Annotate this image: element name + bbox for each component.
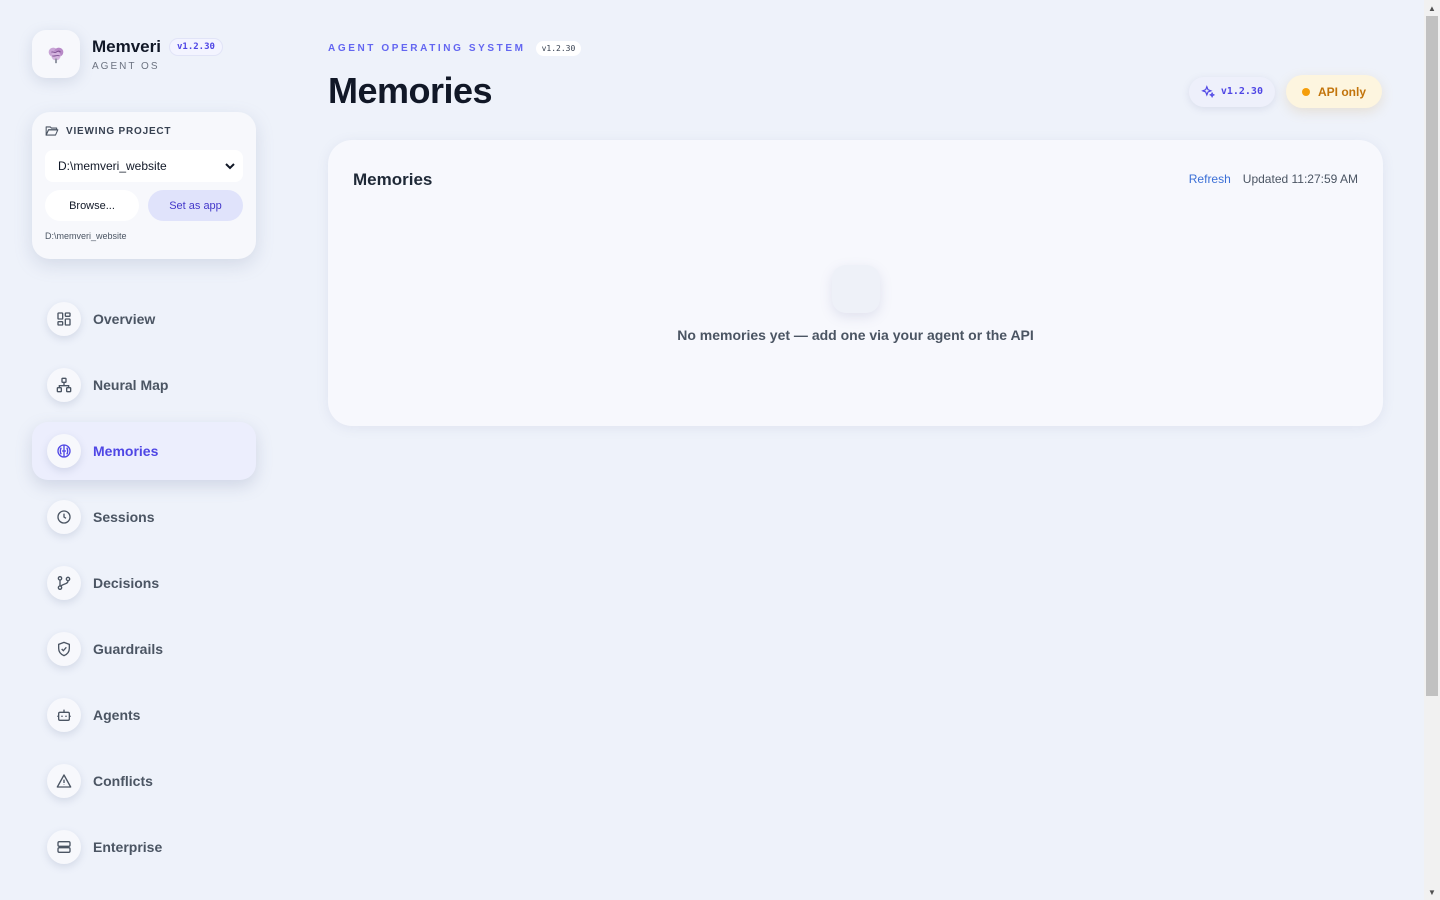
eyebrow: AGENT OPERATING SYSTEM v1.2.30 — [328, 41, 582, 56]
panel-meta: Refresh Updated 11:27:59 AM — [1189, 172, 1358, 186]
panel-title: Memories — [353, 170, 433, 189]
project-heading-label: VIEWING PROJECT — [66, 125, 172, 137]
sidebar-item-decisions[interactable]: Decisions — [32, 554, 256, 612]
sidebar-item-overview[interactable]: Overview — [32, 290, 256, 348]
sidebar-item-label: Agents — [93, 707, 141, 723]
status-badge[interactable]: API only — [1285, 75, 1382, 108]
project-card: VIEWING PROJECT D:\memveri_website Brows… — [32, 112, 256, 259]
sidebar-item-label: Memories — [93, 443, 159, 459]
bot-icon — [47, 698, 81, 732]
refresh-link[interactable]: Refresh — [1189, 172, 1231, 186]
project-path: D:\memveri_website — [45, 231, 127, 241]
set-as-app-button[interactable]: Set as app — [148, 190, 243, 221]
sparkles-icon — [1201, 84, 1215, 98]
sidebar-item-neural-map[interactable]: Neural Map — [32, 356, 256, 414]
status-badge-label: API only — [1317, 84, 1366, 99]
project-heading: VIEWING PROJECT — [45, 125, 243, 137]
sidebar-item-label: Overview — [93, 311, 156, 327]
status-dot — [1301, 87, 1310, 96]
sidebar-item-sessions[interactable]: Sessions — [32, 488, 256, 546]
chevron-down-icon — [225, 162, 235, 169]
sidebar-item-label: Neural Map — [93, 377, 169, 393]
scrollbar[interactable]: ▲ ▼ — [1424, 0, 1440, 900]
version-badge: v1.2.30 — [168, 37, 223, 56]
project-select[interactable]: D:\memveri_website — [45, 150, 243, 182]
clock-icon — [47, 500, 81, 534]
sidebar-item-agents[interactable]: Agents — [32, 686, 256, 744]
sidebar-nav: Overview Neural Map Memories Sessions De… — [32, 290, 256, 884]
folder-open-icon — [45, 126, 59, 136]
warning-icon — [47, 764, 81, 798]
scrollbar-thumb[interactable] — [1426, 16, 1438, 696]
sidebar-item-conflicts[interactable]: Conflicts — [32, 752, 256, 810]
memories-panel: Memories Refresh Updated 11:27:59 AM No … — [328, 140, 1383, 426]
page-title: Memories — [328, 70, 493, 111]
sidebar-item-label: Conflicts — [93, 773, 153, 789]
brain-icon — [47, 434, 81, 468]
scroll-up-arrow-icon[interactable]: ▲ — [1424, 0, 1440, 16]
brain-logo-icon — [48, 47, 64, 64]
brand-name: Memveri — [92, 36, 161, 56]
brand: Memveri v1.2.30 AGENT OS — [32, 30, 223, 78]
sidebar-item-memories[interactable]: Memories — [32, 422, 256, 480]
empty-state-icon — [832, 265, 880, 313]
git-branch-icon — [47, 566, 81, 600]
header-chips: v1.2.30 API only — [1188, 75, 1382, 108]
brand-subtitle: AGENT OS — [92, 60, 160, 72]
eyebrow-text: AGENT OPERATING SYSTEM — [328, 43, 526, 54]
browse-button[interactable]: Browse... — [45, 190, 139, 221]
project-select-value: D:\memveri_website — [58, 159, 167, 173]
server-icon — [47, 830, 81, 864]
updated-timestamp: Updated 11:27:59 AM — [1242, 172, 1358, 186]
shield-check-icon — [47, 632, 81, 666]
sidebar-item-label: Sessions — [93, 509, 155, 525]
sidebar-item-guardrails[interactable]: Guardrails — [32, 620, 256, 678]
sidebar-item-enterprise[interactable]: Enterprise — [32, 818, 256, 876]
grid-icon — [47, 302, 81, 336]
network-icon — [47, 368, 81, 402]
sidebar-item-label: Guardrails — [93, 641, 164, 657]
sidebar-item-label: Decisions — [93, 575, 160, 591]
eyebrow-version-badge: v1.2.30 — [535, 41, 582, 56]
brand-logo[interactable] — [32, 30, 80, 78]
version-chip-label: v1.2.30 — [1220, 86, 1263, 97]
scroll-down-arrow-icon[interactable]: ▼ — [1424, 884, 1440, 900]
sidebar-item-label: Enterprise — [93, 839, 163, 855]
version-chip[interactable]: v1.2.30 — [1188, 76, 1275, 107]
empty-state-message: No memories yet — add one via your agent… — [677, 327, 1034, 343]
